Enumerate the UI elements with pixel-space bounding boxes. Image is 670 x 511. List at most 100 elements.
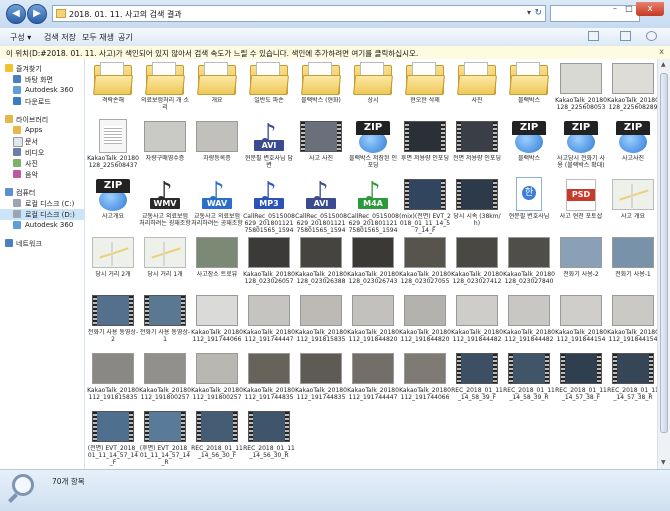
nav-favorites[interactable]: 즐겨찾기: [0, 63, 84, 74]
file-item[interactable]: KakaoTalk_20180112_191800257: [139, 351, 191, 409]
file-item[interactable]: KakaoTalk_20180112_191744066: [191, 293, 243, 351]
nav-desktop[interactable]: 바탕 화면: [0, 74, 84, 85]
file-item[interactable]: 전화기 사용-2: [555, 235, 607, 293]
file-item[interactable]: KakaoTalk_20180112_191744835: [295, 351, 347, 409]
file-item[interactable]: 사고장소 트로뷰: [191, 235, 243, 293]
file-item[interactable]: 차량구매영수증: [139, 119, 191, 177]
nav-music[interactable]: 음악: [0, 169, 84, 180]
play-all-button[interactable]: 모두 재생: [82, 32, 114, 43]
file-item[interactable]: 블랙박스 (현화): [295, 61, 347, 119]
file-item[interactable]: KakaoTalk_20180112_191844482: [503, 293, 555, 351]
index-info-bar[interactable]: 이 위치(D:#2018. 01. 11. 사고)가 색인되어 있지 않아서 검…: [0, 46, 670, 60]
file-item[interactable]: KakaoTalk_20180112_191815835: [295, 293, 347, 351]
scroll-down-icon[interactable]: ▼: [661, 459, 666, 466]
scroll-up-icon[interactable]: ▲: [661, 61, 666, 68]
file-item[interactable]: REC_2018_01_11_14_58_39_R: [503, 351, 555, 409]
file-item[interactable]: 사고 사진: [295, 119, 347, 177]
scrollbar-thumb[interactable]: [660, 73, 668, 433]
save-search-button[interactable]: 검색 저장: [44, 32, 76, 43]
file-item[interactable]: KakaoTalk_20180112_191744447: [347, 351, 399, 409]
file-item[interactable]: ♪ AVI 현문필 변호사님 답변: [243, 119, 295, 177]
minimize-button[interactable]: –: [608, 3, 622, 15]
file-item[interactable]: KakaoTalk_20180112_191844820: [347, 293, 399, 351]
file-item[interactable]: 격락손해: [87, 61, 139, 119]
file-item[interactable]: ♪ MP3 CallRec_0515008629_20180112175801565…: [243, 177, 295, 235]
help-icon[interactable]: [646, 31, 657, 41]
file-item[interactable]: 일반도 파손: [243, 61, 295, 119]
file-item[interactable]: KakaoTalk_20180112_191844820: [399, 293, 451, 351]
file-item[interactable]: PSD 사고 현천 포토샵: [555, 177, 607, 235]
file-item[interactable]: ZIP 사고당시 전화기 사용 (블랙박스 확대): [555, 119, 607, 177]
file-item[interactable]: KakaoTalk_20180112_191744066: [399, 351, 451, 409]
address-dropdown-icon[interactable]: ▾: [527, 8, 531, 17]
file-item[interactable]: 현오한 삭제: [399, 61, 451, 119]
file-item[interactable]: (전면) EVT_2018_01_11_14_57_14_F: [87, 409, 139, 467]
file-item[interactable]: 개요: [191, 61, 243, 119]
file-item[interactable]: KakaoTalk_20180128_023026743: [347, 235, 399, 293]
maximize-button[interactable]: □: [622, 3, 636, 15]
file-item[interactable]: ♪ AVI CallRec_0515008629_20180112175801565…: [295, 177, 347, 235]
file-item[interactable]: ♪ WMV 교통사고 외료보험 처리하려는 굉재조항: [139, 177, 191, 235]
file-item[interactable]: KakaoTalk_20180112_191844154: [607, 293, 657, 351]
file-item[interactable]: 전화기 사용 동영상-2: [87, 293, 139, 351]
nav-autodesk[interactable]: Autodesk 360: [0, 85, 84, 96]
nav-autodesk-computer[interactable]: Autodesk 360: [0, 220, 84, 231]
file-item[interactable]: REC_2018_01_11_14_56_30_F: [191, 409, 243, 467]
file-item[interactable]: REC_2018_01_11_14_58_39_F: [451, 351, 503, 409]
nav-libraries[interactable]: 라이브러리: [0, 114, 84, 125]
file-item[interactable]: KakaoTalk_20180112_191844482: [451, 293, 503, 351]
file-item[interactable]: 사진: [451, 61, 503, 119]
refresh-icon[interactable]: ↻: [534, 8, 542, 18]
address-bar[interactable]: 2018. 01. 11. 사고의 검색 결과 ▾ ↻: [52, 5, 546, 22]
file-item[interactable]: 당시 거리 1개: [139, 235, 191, 293]
view-options-icon[interactable]: [588, 31, 599, 41]
close-button[interactable]: x: [636, 2, 664, 16]
file-item[interactable]: KakaoTalk_20180112_191744835: [243, 351, 295, 409]
file-item[interactable]: 후면 저용량 인포딩: [399, 119, 451, 177]
vertical-scrollbar[interactable]: ▲ ▼: [657, 59, 670, 469]
file-item[interactable]: (mix)(전면) EVT_2018_01_11_14_57_14_F: [399, 177, 451, 235]
file-item[interactable]: REC_2018_01_11_14_57_38_F: [555, 351, 607, 409]
file-item[interactable]: 차량등록증: [191, 119, 243, 177]
file-list[interactable]: 격락손해 의료보험처리 개 소리 개요 일반도 파손 블랙박스 (현화) 상시 현오한 삭제…: [85, 59, 657, 469]
file-item[interactable]: ♪ M4A CallRec_0515008629_20180112175801565…: [347, 177, 399, 235]
nav-apps[interactable]: Apps: [0, 125, 84, 136]
file-item[interactable]: 전화기 사용 동영상-1: [139, 293, 191, 351]
file-item[interactable]: 블랙박스: [503, 61, 555, 119]
file-item[interactable]: ZIP 사고개요: [87, 177, 139, 235]
file-item[interactable]: ZIP 사고사진: [607, 119, 657, 177]
file-item[interactable]: (후면) EVT_2018_01_11_14_57_14_R: [139, 409, 191, 467]
file-item[interactable]: REC_2018_01_11_14_56_30_R: [243, 409, 295, 467]
file-item[interactable]: ZIP 블랙박스 저장된 인포딩: [347, 119, 399, 177]
file-item[interactable]: ♪ WAV 교통사고 의료보험 처리하려는 공재조항: [191, 177, 243, 235]
file-item[interactable]: 의료보험처리 개 소리: [139, 61, 191, 119]
back-button[interactable]: ◀: [6, 4, 26, 24]
nav-pictures[interactable]: 사진: [0, 158, 84, 169]
file-item[interactable]: 당시 시속 (38km/h): [451, 177, 503, 235]
nav-computer[interactable]: 컴퓨터: [0, 187, 84, 198]
file-item[interactable]: KakaoTalk_20180128_023027055: [399, 235, 451, 293]
nav-drive-d[interactable]: 로컬 디스크 (D:): [0, 209, 84, 220]
file-item[interactable]: KakaoTalk_20180128_023026057: [243, 235, 295, 293]
share-button[interactable]: 공기: [118, 32, 133, 43]
file-item[interactable]: KakaoTalk_20180112_191800257: [191, 351, 243, 409]
file-item[interactable]: 상시: [347, 61, 399, 119]
nav-network[interactable]: 네트워크: [0, 238, 84, 249]
nav-videos[interactable]: 비디오: [0, 147, 84, 158]
file-item[interactable]: KakaoTalk_20180128_023027412: [451, 235, 503, 293]
file-item[interactable]: REC_2018_01_11_14_57_38_R: [607, 351, 657, 409]
info-bar-close-icon[interactable]: x: [659, 47, 664, 56]
file-item[interactable]: KakaoTalk_20180112_191815835: [87, 351, 139, 409]
file-item[interactable]: 전면 저용량 인포딩: [451, 119, 503, 177]
file-item[interactable]: KakaoTalk_20180112_191844154: [555, 293, 607, 351]
file-item[interactable]: ZIP 블랙박스: [503, 119, 555, 177]
file-item[interactable]: KakaoTalk_20180128_225608289: [607, 61, 657, 119]
file-item[interactable]: KakaoTalk_20180128_023026388: [295, 235, 347, 293]
forward-button[interactable]: ▶: [27, 4, 47, 24]
nav-drive-c[interactable]: 로컬 디스크 (C:): [0, 198, 84, 209]
file-item[interactable]: KakaoTalk_20180112_191744447: [243, 293, 295, 351]
nav-documents[interactable]: 문서: [0, 136, 84, 147]
organize-menu[interactable]: 구성 ▾: [10, 32, 31, 43]
file-item[interactable]: 전화기 사용-1: [607, 235, 657, 293]
file-item[interactable]: KakaoTalk_20180128_225608437: [87, 119, 139, 177]
